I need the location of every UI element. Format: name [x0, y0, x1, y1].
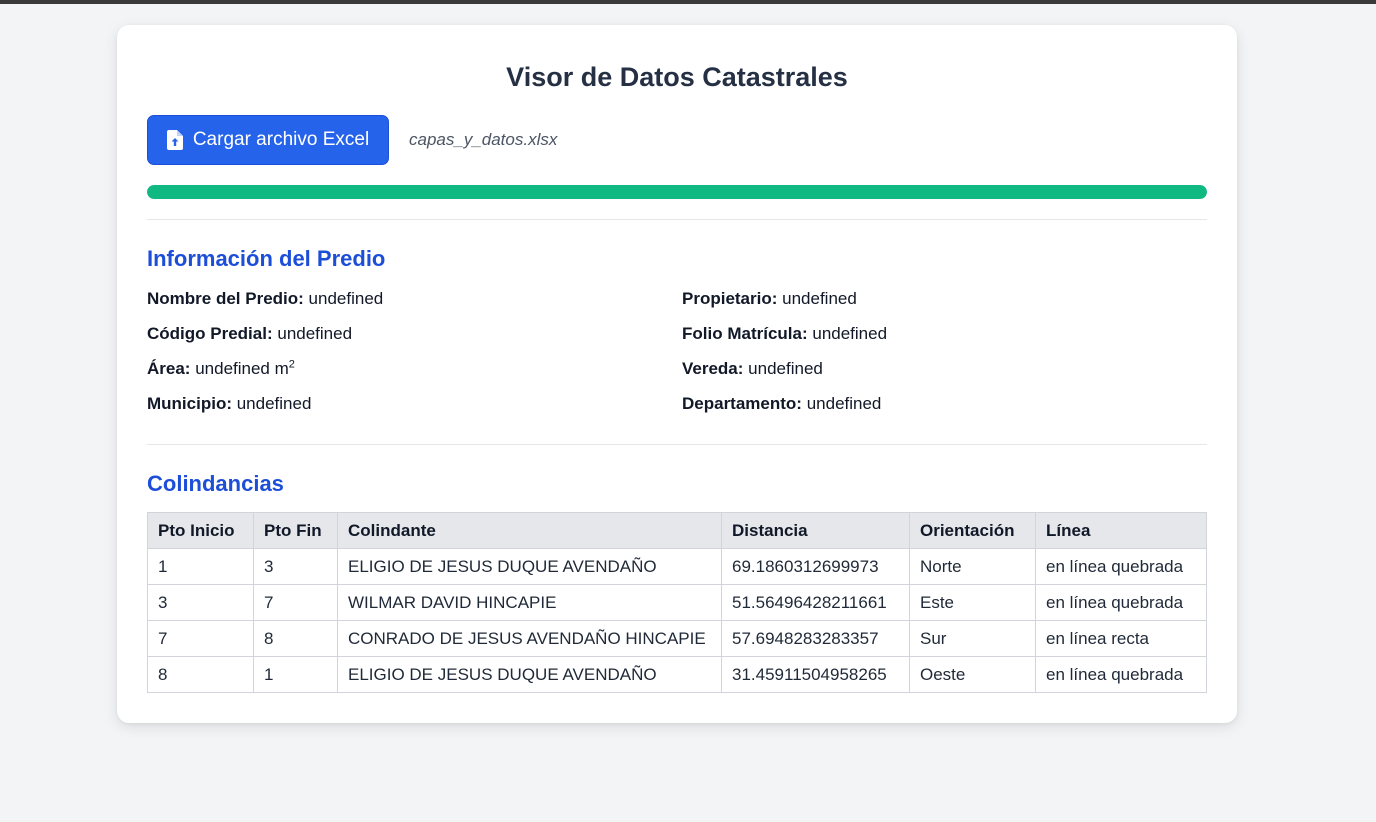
cell-pto-fin: 7 [253, 584, 338, 621]
cell-pto-inicio: 1 [147, 548, 254, 585]
cell-colindante: ELIGIO DE JESUS DUQUE AVENDAÑO [337, 548, 722, 585]
cell-linea: en línea quebrada [1035, 548, 1207, 585]
field-nombre-predio: Nombre del Predio: undefined [147, 289, 384, 308]
cell-pto-fin: 8 [253, 620, 338, 657]
header-pto-fin: Pto Fin [253, 512, 338, 549]
header-linea: Línea [1035, 512, 1207, 549]
cell-pto-inicio: 3 [147, 584, 254, 621]
cell-orientacion: Este [909, 584, 1036, 621]
upload-row: Cargar archivo Excel capas_y_datos.xlsx [147, 115, 1207, 165]
field-codigo-predial: Código Predial: undefined [147, 324, 353, 343]
header-distancia: Distancia [721, 512, 910, 549]
field-municipio: Municipio: undefined [147, 394, 312, 413]
cell-orientacion: Norte [909, 548, 1036, 585]
predio-info-grid: Nombre del Predio: undefined Propietario… [147, 288, 1207, 415]
cell-linea: en línea recta [1035, 620, 1207, 657]
table-row: 8 1 ELIGIO DE JESUS DUQUE AVENDAÑO 31.45… [147, 656, 1207, 693]
cell-orientacion: Oeste [909, 656, 1036, 693]
field-propietario: Propietario: undefined [682, 289, 857, 308]
cell-colindante: ELIGIO DE JESUS DUQUE AVENDAÑO [337, 656, 722, 693]
progress-fill [147, 185, 1207, 199]
field-area: Área: undefined m2 [147, 358, 295, 378]
divider [147, 219, 1207, 220]
field-folio-matricula: Folio Matrícula: undefined [682, 324, 888, 343]
header-orientacion: Orientación [909, 512, 1036, 549]
cell-linea: en línea quebrada [1035, 584, 1207, 621]
cell-pto-fin: 3 [253, 548, 338, 585]
table-header-row: Pto Inicio Pto Fin Colindante Distancia … [147, 512, 1207, 549]
file-name: capas_y_datos.xlsx [409, 130, 558, 149]
cell-pto-inicio: 7 [147, 620, 254, 657]
file-upload-icon [166, 130, 183, 150]
cell-orientacion: Sur [909, 620, 1036, 657]
cell-pto-fin: 1 [253, 656, 338, 693]
divider [147, 444, 1207, 445]
table-row: 1 3 ELIGIO DE JESUS DUQUE AVENDAÑO 69.18… [147, 548, 1207, 585]
field-vereda: Vereda: undefined [682, 359, 823, 378]
cell-distancia: 69.1860312699973 [721, 548, 910, 585]
browser-top-strip [0, 0, 1376, 4]
cell-distancia: 51.56496428211661 [721, 584, 910, 621]
table-row: 3 7 WILMAR DAVID HINCAPIE 51.56496428211… [147, 584, 1207, 621]
page-title: Visor de Datos Catastrales [506, 62, 848, 92]
main-card: Visor de Datos Catastrales Cargar archiv… [117, 25, 1237, 723]
cell-distancia: 57.6948283283357 [721, 620, 910, 657]
cell-distancia: 31.45911504958265 [721, 656, 910, 693]
header-pto-inicio: Pto Inicio [147, 512, 254, 549]
upload-excel-button[interactable]: Cargar archivo Excel [147, 115, 389, 165]
cell-linea: en línea quebrada [1035, 656, 1207, 693]
cell-colindante: WILMAR DAVID HINCAPIE [337, 584, 722, 621]
field-departamento: Departamento: undefined [682, 394, 882, 413]
table-row: 7 8 CONRADO DE JESUS AVENDAÑO HINCAPIE 5… [147, 620, 1207, 657]
upload-button-label: Cargar archivo Excel [192, 129, 370, 150]
progress-bar [147, 185, 1207, 199]
cell-pto-inicio: 8 [147, 656, 254, 693]
predio-section-title: Información del Predio [147, 246, 386, 271]
header-colindante: Colindante [337, 512, 722, 549]
colindancias-table: Pto Inicio Pto Fin Colindante Distancia … [147, 512, 1207, 693]
colindancias-section-title: Colindancias [147, 471, 284, 496]
cell-colindante: CONRADO DE JESUS AVENDAÑO HINCAPIE [337, 620, 722, 657]
